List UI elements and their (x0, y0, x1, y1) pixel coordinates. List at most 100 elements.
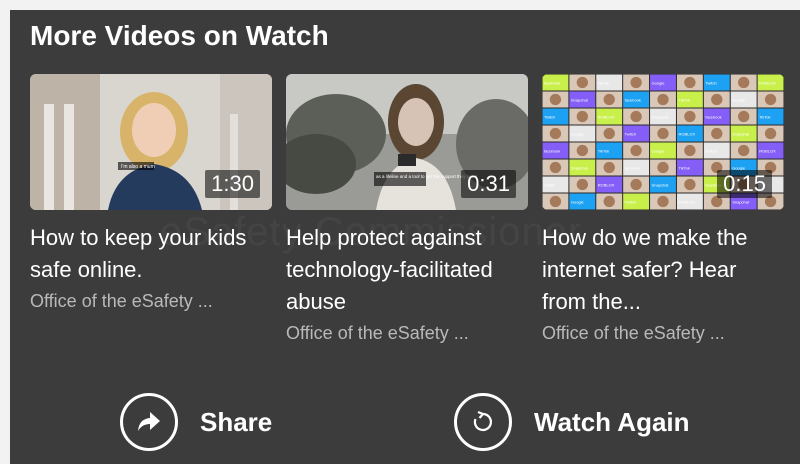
mosaic-tile: Snapchat (650, 108, 676, 125)
mosaic-tile: ROBLOX (757, 142, 784, 159)
mosaic-logo-label: facebook (705, 115, 721, 120)
mosaic-logo-label: facebook (544, 149, 560, 154)
mosaic-logo-label: Snapchat (652, 115, 670, 120)
mosaic-tile (703, 91, 730, 108)
mosaic-tile (650, 193, 676, 210)
mosaic-tile: facebook (542, 142, 569, 159)
mosaic-logo-label: Google (571, 200, 585, 205)
mosaic-tile (569, 108, 596, 125)
mosaic-tile: ROBLOX (757, 74, 784, 91)
mosaic-tile (730, 74, 757, 91)
video-title-2[interactable]: Help protect against technology-facilita… (286, 222, 528, 318)
mosaic-tile (623, 142, 650, 159)
mosaic-tile (542, 91, 569, 108)
mosaic-tile (542, 125, 569, 142)
share-button[interactable]: Share (120, 390, 272, 454)
mosaic-tile (757, 125, 784, 142)
mosaic-tile (542, 159, 569, 176)
mosaic-tile: Twitch (542, 108, 569, 125)
mosaic-tile: facebook (542, 74, 569, 91)
video-channel-1[interactable]: Office of the eSafety ... (30, 288, 272, 314)
mosaic-tile: TikTok (676, 91, 703, 108)
mosaic-tile (757, 91, 784, 108)
mosaic-tile: facebook (623, 91, 650, 108)
mosaic-tile (676, 108, 703, 125)
mosaic-logo-label: TikTok (759, 115, 770, 120)
mosaic-tile (596, 193, 623, 210)
mosaic-logo-label: Twitch (705, 149, 716, 154)
mosaic-logo-label: Snapchat (571, 98, 589, 103)
mosaic-tile: TikTok (676, 159, 703, 176)
mosaic-logo-label: Google (571, 132, 585, 137)
mosaic-logo-label: TikTok (598, 149, 609, 154)
mosaic-tile: TikTok (757, 108, 784, 125)
mosaic-tile: Google (569, 193, 596, 210)
mosaic-tile (596, 159, 623, 176)
video-card-2[interactable]: as a lifeline and a tool to get the supp… (286, 74, 528, 346)
mosaic-tile: facebook (623, 159, 650, 176)
mosaic-tile: facebook (703, 108, 730, 125)
thumbnail-caption-1: I'm also a mum (121, 164, 155, 170)
video-title-3[interactable]: How do we make the internet safer? Hear … (542, 222, 784, 318)
mosaic-tile: Google (569, 125, 596, 142)
video-duration-2: 0:31 (461, 170, 516, 198)
replay-icon[interactable] (454, 393, 512, 451)
mosaic-tile: TikTok (596, 74, 623, 91)
video-channel-2[interactable]: Office of the eSafety ... (286, 320, 528, 346)
mosaic-tile (569, 142, 596, 159)
more-videos-panel: eSafety Commissioner More Videos on Watc… (10, 10, 800, 464)
mosaic-logo-label: TikTok (598, 81, 609, 86)
share-label[interactable]: Share (200, 407, 272, 438)
mosaic-tile: ROBLOX (676, 125, 703, 142)
mosaic-tile: ROBLOX (676, 193, 703, 210)
mosaic-tile (596, 125, 623, 142)
mosaic-logo-label: ROBLOX (759, 81, 776, 86)
mosaic-tile (542, 193, 569, 210)
mosaic-tile (623, 74, 650, 91)
mosaic-tile: Twitch (623, 193, 650, 210)
mosaic-logo-label: ROBLOX (598, 183, 615, 188)
video-card-3[interactable]: facebook TikTok Google Twitch ROBLOX Snapchat… (542, 74, 784, 346)
mosaic-tile: Snapchat (569, 159, 596, 176)
mosaic-tile: Twitch (703, 142, 730, 159)
mosaic-tile: Twitch (542, 176, 569, 193)
watch-again-button[interactable]: Watch Again (454, 390, 690, 454)
mosaic-tile: Snapchat (569, 91, 596, 108)
mosaic-tile (730, 108, 757, 125)
mosaic-tile: ROBLOX (596, 108, 623, 125)
mosaic-logo-label: Twitch (625, 132, 636, 137)
video-thumbnail-2[interactable]: as a lifeline and a tool to get the supp… (286, 74, 528, 210)
watch-again-label[interactable]: Watch Again (534, 407, 690, 438)
video-thumbnail-3[interactable]: facebook TikTok Google Twitch ROBLOX Snapchat… (542, 74, 784, 210)
mosaic-tile (569, 74, 596, 91)
video-channel-3[interactable]: Office of the eSafety ... (542, 320, 784, 346)
mosaic-tile (676, 74, 703, 91)
mosaic-tile (650, 125, 676, 142)
mosaic-logo-label: TikTok (678, 166, 689, 171)
mosaic-tile (650, 91, 676, 108)
mosaic-logo-label: ROBLOX (678, 200, 695, 205)
mosaic-logo-label: facebook (625, 98, 641, 103)
mosaic-tile (569, 176, 596, 193)
video-thumbnail-1[interactable]: I'm also a mum 1:30 (30, 74, 272, 210)
mosaic-tile: Google (650, 142, 676, 159)
mosaic-tile (703, 125, 730, 142)
mosaic-logo-label: facebook (625, 166, 641, 171)
mosaic-tile (623, 176, 650, 193)
mosaic-tile: Google (730, 91, 757, 108)
share-icon[interactable] (120, 393, 178, 451)
mosaic-logo-label: facebook (544, 81, 560, 86)
video-title-1[interactable]: How to keep your kids safe online. (30, 222, 272, 286)
mosaic-logo-label: Snapchat (571, 166, 589, 171)
mosaic-logo-label: Twitch (625, 200, 636, 205)
mosaic-tile (650, 159, 676, 176)
mosaic-logo-label: ROBLOX (598, 115, 615, 120)
mosaic-tile: TikTok (596, 142, 623, 159)
mosaic-tile: ROBLOX (596, 176, 623, 193)
mosaic-logo-label: Google (732, 98, 746, 103)
mosaic-tile: Twitch (623, 125, 650, 142)
video-card-1[interactable]: I'm also a mum 1:30 How to keep your kid… (30, 74, 272, 314)
mosaic-logo-label: Google (652, 149, 666, 154)
section-title: More Videos on Watch (30, 20, 329, 51)
mosaic-logo-label: ROBLOX (678, 132, 695, 137)
